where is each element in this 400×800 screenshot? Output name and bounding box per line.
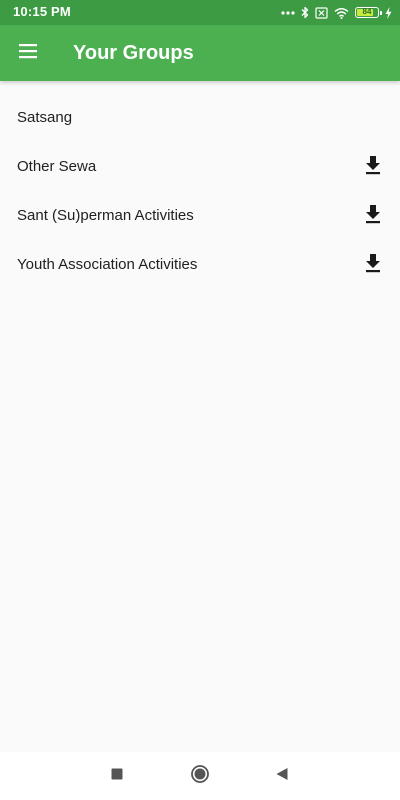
group-label: Other Sewa xyxy=(17,158,97,175)
menu-icon xyxy=(18,43,38,64)
back-button[interactable] xyxy=(270,764,294,788)
download-button[interactable] xyxy=(361,204,385,228)
battery-level: 84 xyxy=(362,7,372,16)
battery-icon: 84 xyxy=(355,7,382,18)
sim-off-icon xyxy=(315,6,328,19)
download-icon xyxy=(364,253,382,278)
more-dots-icon xyxy=(281,10,295,16)
status-time: 10:15 PM xyxy=(13,4,71,19)
back-triangle-icon xyxy=(275,767,289,786)
nav-bar xyxy=(0,752,400,800)
page-title: Your Groups xyxy=(73,42,194,64)
battery-nub xyxy=(380,10,382,15)
list-item[interactable]: Satsang xyxy=(0,94,400,143)
download-icon xyxy=(364,155,382,180)
group-label: Youth Association Activities xyxy=(17,256,198,273)
group-label: Sant (Su)perman Activities xyxy=(17,207,194,224)
download-button[interactable] xyxy=(361,155,385,179)
download-icon xyxy=(364,204,382,229)
recents-button[interactable] xyxy=(105,764,129,788)
wifi-icon xyxy=(334,7,349,19)
bluetooth-icon xyxy=(301,6,309,19)
list-item[interactable]: Sant (Su)perman Activities xyxy=(0,192,400,241)
download-button[interactable] xyxy=(361,253,385,277)
charging-icon xyxy=(385,6,392,19)
menu-button[interactable] xyxy=(16,41,40,65)
home-circle-icon xyxy=(190,764,210,789)
group-label: Satsang xyxy=(17,109,73,126)
app-bar: Your Groups xyxy=(0,25,400,81)
list-item[interactable]: Other Sewa xyxy=(0,143,400,192)
recents-square-icon xyxy=(110,767,124,786)
home-button[interactable] xyxy=(188,764,212,788)
status-bar: 10:15 PM 84 xyxy=(0,0,400,25)
list-item[interactable]: Youth Association Activities xyxy=(0,241,400,290)
group-list: Satsang Other Sewa Sant (Su)perman Activit… xyxy=(0,94,400,290)
status-icons: 84 xyxy=(281,4,392,21)
